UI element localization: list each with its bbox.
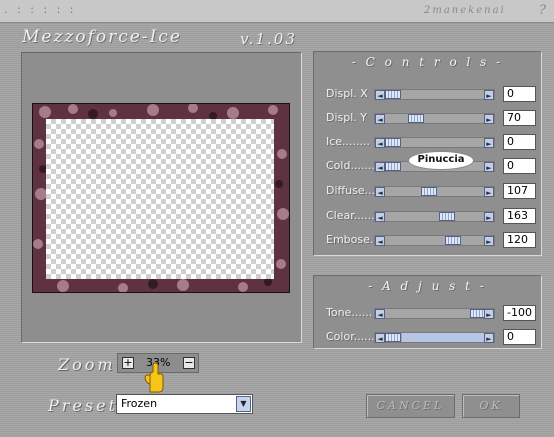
slider-track[interactable]: ◄ ►	[374, 211, 495, 222]
param-label: Displ. Y	[326, 111, 368, 124]
slider-left-arrow-icon[interactable]: ◄	[375, 212, 385, 222]
slider-left-arrow-icon[interactable]: ◄	[375, 309, 385, 319]
slider-right-arrow-icon[interactable]: ►	[484, 90, 494, 100]
slider-track[interactable]: ◄ ►	[374, 332, 495, 343]
slider-right-arrow-icon[interactable]: ►	[484, 114, 494, 124]
preview-image[interactable]	[32, 103, 290, 293]
zoom-out-button[interactable]: −	[183, 357, 195, 369]
slider-left-arrow-icon[interactable]: ◄	[375, 114, 385, 124]
slider-track[interactable]: ◄ ►	[374, 89, 495, 100]
value-field[interactable]: 0	[503, 329, 536, 345]
slider-right-arrow-icon[interactable]: ►	[484, 162, 494, 172]
value-field[interactable]: 0	[503, 86, 536, 102]
preview-panel	[21, 52, 302, 343]
slider-right-arrow-icon[interactable]: ►	[484, 333, 494, 343]
cancel-button[interactable]: CANCEL	[366, 394, 455, 418]
slider-thumb[interactable]	[439, 212, 455, 221]
value-field[interactable]: -100	[503, 305, 536, 321]
preset-value: Frozen	[121, 397, 158, 410]
value-field[interactable]: 70	[503, 110, 536, 126]
preset-select[interactable]: Frozen ▼	[116, 394, 253, 414]
chevron-down-icon[interactable]: ▼	[236, 396, 251, 412]
param-label: Clear......	[326, 209, 375, 222]
app-version: v.1.03	[240, 30, 297, 48]
color-slider-fill	[402, 333, 486, 342]
param-label: Cold.......	[326, 159, 375, 172]
watermark-badge: Pinuccia	[408, 151, 474, 170]
author-label: 2manekenai	[424, 5, 506, 16]
value-field[interactable]: 0	[503, 158, 536, 174]
slider-track[interactable]: ◄ ►	[374, 113, 495, 124]
slider-right-arrow-icon[interactable]: ►	[484, 236, 494, 246]
value-field[interactable]: 163	[503, 208, 536, 224]
slider-thumb[interactable]	[385, 162, 401, 171]
slider-left-arrow-icon[interactable]: ◄	[375, 333, 385, 343]
slider-right-arrow-icon[interactable]: ►	[484, 138, 494, 148]
help-button[interactable]: ?	[539, 3, 546, 18]
zoom-in-button[interactable]: +	[122, 357, 134, 369]
hand-pointer-icon	[144, 362, 164, 393]
param-label: Tone......	[326, 306, 373, 319]
param-label: Diffuse...	[326, 184, 376, 197]
slider-track[interactable]: ◄ ►	[374, 308, 495, 319]
slider-right-arrow-icon[interactable]: ►	[484, 212, 494, 222]
slider-left-arrow-icon[interactable]: ◄	[375, 138, 385, 148]
slider-track[interactable]: ◄ ►	[374, 186, 495, 197]
slider-thumb[interactable]	[385, 138, 401, 147]
slider-right-arrow-icon[interactable]: ►	[484, 187, 494, 197]
title-bar: . : : : : : 2manekenai ?	[0, 0, 554, 23]
slider-thumb[interactable]	[421, 187, 437, 196]
slider-track[interactable]: ◄ ►	[374, 235, 495, 246]
slider-thumb[interactable]	[385, 90, 401, 99]
slider-thumb[interactable]	[445, 236, 461, 245]
value-field[interactable]: 107	[503, 183, 536, 199]
slider-left-arrow-icon[interactable]: ◄	[375, 187, 385, 197]
slider-left-arrow-icon[interactable]: ◄	[375, 162, 385, 172]
param-label: Color......	[326, 330, 375, 343]
preset-label: Preset	[48, 396, 118, 415]
adjust-title: - A d j u s t -	[368, 279, 487, 293]
value-field[interactable]: 120	[503, 232, 536, 248]
param-label: Ice........	[326, 135, 371, 148]
app-title: Mezzoforce-Ice	[22, 27, 182, 47]
slider-right-arrow-icon[interactable]: ►	[484, 309, 494, 319]
slider-thumb[interactable]	[385, 333, 401, 342]
value-field[interactable]: 0	[503, 134, 536, 150]
param-label: Embose...	[326, 233, 381, 246]
slider-track[interactable]: ◄ ►	[374, 137, 495, 148]
slider-thumb[interactable]	[408, 114, 424, 123]
transparent-preview-area	[46, 119, 274, 279]
zoom-label: Zoom	[58, 355, 116, 374]
slider-left-arrow-icon[interactable]: ◄	[375, 236, 385, 246]
slider-left-arrow-icon[interactable]: ◄	[375, 90, 385, 100]
window-grip[interactable]: . : : : : :	[4, 3, 77, 16]
param-label: Displ. X	[326, 87, 368, 100]
ok-button[interactable]: OK	[462, 394, 520, 418]
controls-title: - C o n t r o l s -	[351, 55, 504, 69]
